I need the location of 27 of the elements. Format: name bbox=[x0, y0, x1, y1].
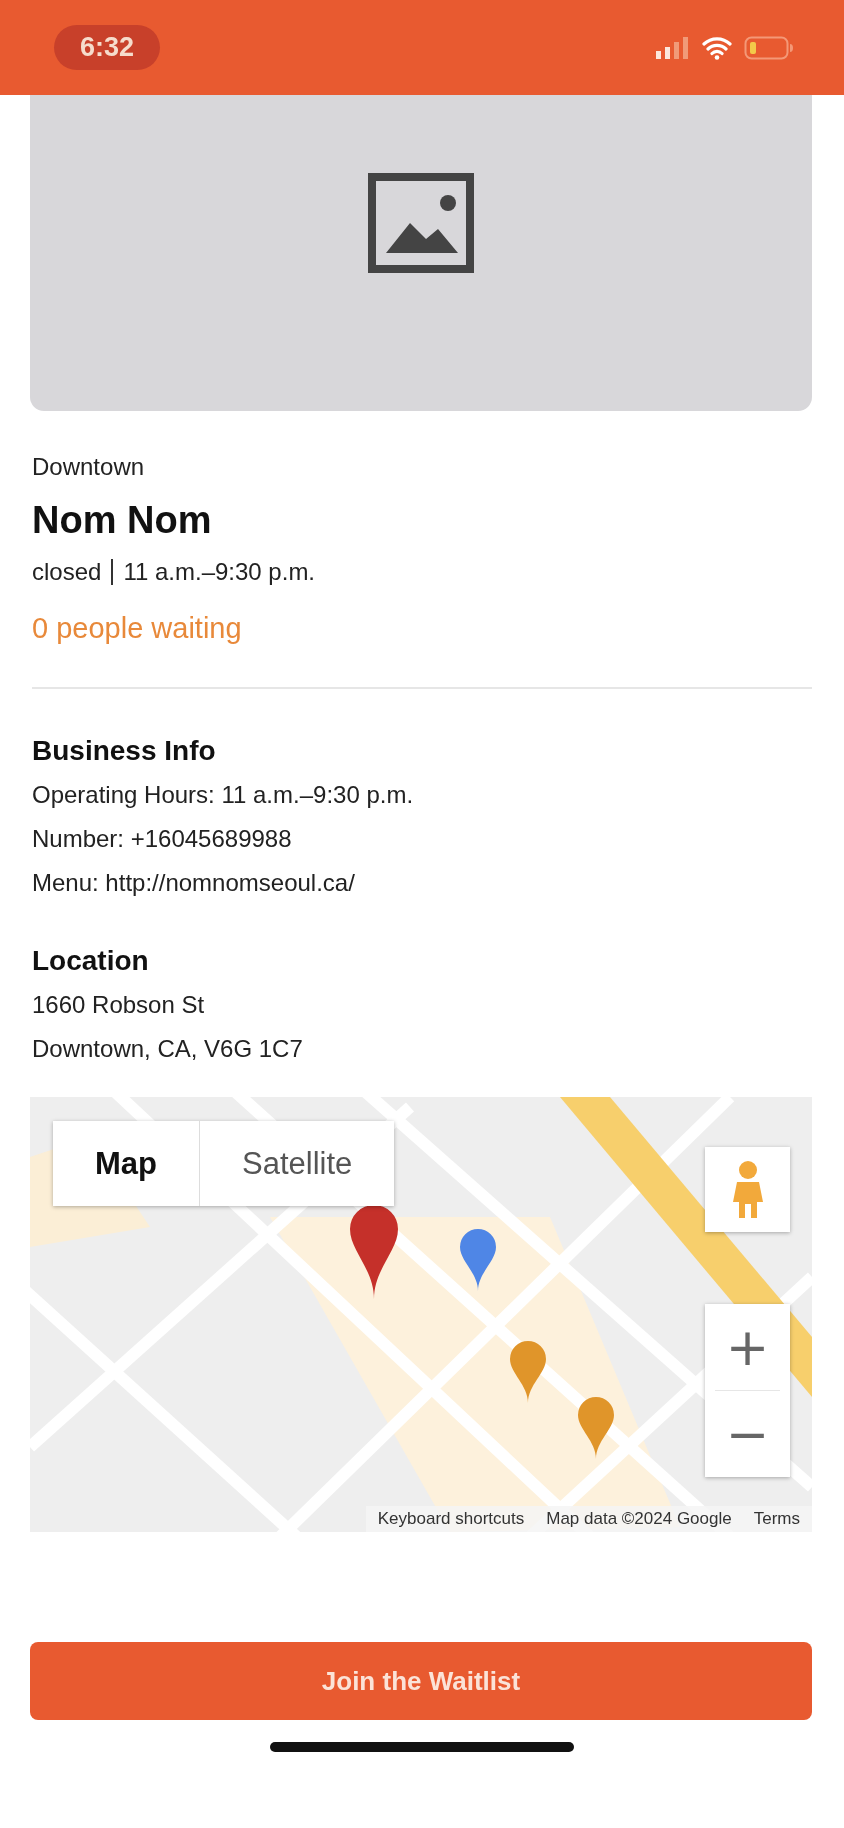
info-line: Operating Hours: 11 a.m.–9:30 p.m. bbox=[32, 780, 415, 810]
info-line: Number: +16045689988 bbox=[32, 824, 293, 854]
image-placeholder-icon bbox=[368, 173, 474, 273]
open-status: closed bbox=[32, 558, 102, 585]
person-figure-icon bbox=[730, 1159, 765, 1220]
waiting-count: 0 people waiting bbox=[32, 612, 243, 645]
zoom-in-button[interactable]: + bbox=[705, 1304, 790, 1390]
signal-icon bbox=[656, 35, 690, 60]
map-type-tab[interactable]: Satellite bbox=[200, 1121, 395, 1206]
section-title: Location bbox=[32, 945, 150, 977]
opening-hours: 11 a.m.–9:30 p.m. bbox=[123, 558, 316, 585]
wifi-icon bbox=[702, 35, 732, 60]
info-line: Menu: http://nomnomseoul.ca/ bbox=[32, 868, 356, 898]
neighborhood-label: Downtown bbox=[32, 453, 146, 481]
map-footer-link[interactable]: Keyboard shortcuts bbox=[377, 1509, 525, 1529]
map-footer-link[interactable]: Terms bbox=[753, 1509, 800, 1529]
separator-rule bbox=[111, 559, 114, 585]
status-time: 6:32 bbox=[54, 25, 161, 70]
battery-icon bbox=[744, 34, 794, 61]
info-line: 1660 Robson St bbox=[32, 990, 206, 1020]
restaurant-name: Nom Nom bbox=[32, 499, 213, 542]
info-line: Downtown, CA, V6G 1C7 bbox=[32, 1034, 304, 1064]
zoom-out-button[interactable]: − bbox=[705, 1391, 790, 1477]
section-title: Business Info bbox=[32, 735, 217, 767]
pegman-button[interactable] bbox=[705, 1147, 790, 1232]
map-footer-link[interactable]: Map data ©2024 Google bbox=[546, 1509, 732, 1529]
map-type-tab[interactable]: Map bbox=[53, 1121, 200, 1206]
